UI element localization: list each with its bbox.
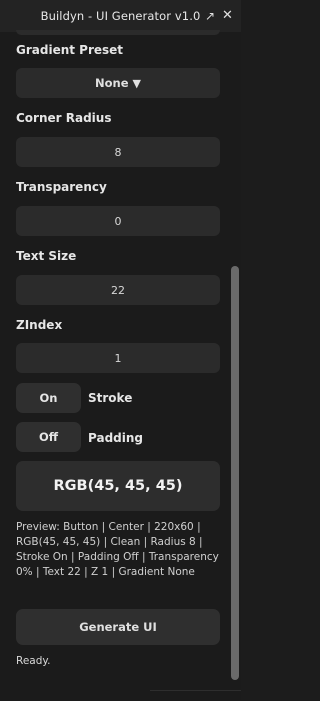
text-size-label: Text Size (16, 249, 77, 263)
text-size-input[interactable]: 22 (16, 275, 220, 305)
corner-radius-label: Corner Radius (16, 111, 112, 125)
ui-generator-window: Buildyn - UI Generator v1.0 ↗ ✕ Gradient… (0, 0, 241, 700)
corner-radius-input[interactable]: 8 (16, 137, 220, 167)
generate-ui-label: Generate UI (79, 620, 157, 634)
transparency-value: 0 (114, 214, 122, 228)
transparency-input[interactable]: 0 (16, 206, 220, 236)
popout-icon[interactable]: ↗ (205, 9, 215, 23)
generate-ui-button[interactable]: Generate UI (16, 609, 220, 645)
gradient-preset-dropdown[interactable]: None ▼ (16, 68, 220, 98)
status-text: Ready. (16, 655, 51, 667)
scrolled-field-edge (16, 30, 220, 35)
padding-label: Padding (88, 431, 143, 445)
text-size-value: 22 (111, 283, 125, 297)
preview-description: Preview: Button | Center | 220x60 | RGB(… (16, 521, 219, 578)
gradient-preset-label: Gradient Preset (16, 43, 124, 57)
zindex-input[interactable]: 1 (16, 343, 220, 373)
chevron-down-icon: ▼ (132, 76, 141, 90)
stroke-label: Stroke (88, 391, 133, 405)
transparency-label: Transparency (16, 180, 107, 194)
padding-toggle-button[interactable]: Off (16, 422, 81, 452)
zindex-label: ZIndex (16, 318, 63, 332)
color-preview-text: RGB(45, 45, 45) (53, 478, 183, 494)
scrollbar-thumb[interactable] (231, 266, 239, 680)
zindex-value: 1 (114, 351, 122, 365)
gradient-preset-value: None (95, 76, 129, 90)
close-icon[interactable]: ✕ (222, 9, 233, 23)
stroke-toggle-button[interactable]: On (16, 383, 81, 413)
corner-radius-value: 8 (114, 145, 122, 159)
title-bar[interactable]: Buildyn - UI Generator v1.0 ↗ ✕ (0, 0, 241, 32)
color-preview-swatch[interactable]: RGB(45, 45, 45) (16, 461, 220, 511)
resize-grip[interactable] (150, 690, 241, 701)
